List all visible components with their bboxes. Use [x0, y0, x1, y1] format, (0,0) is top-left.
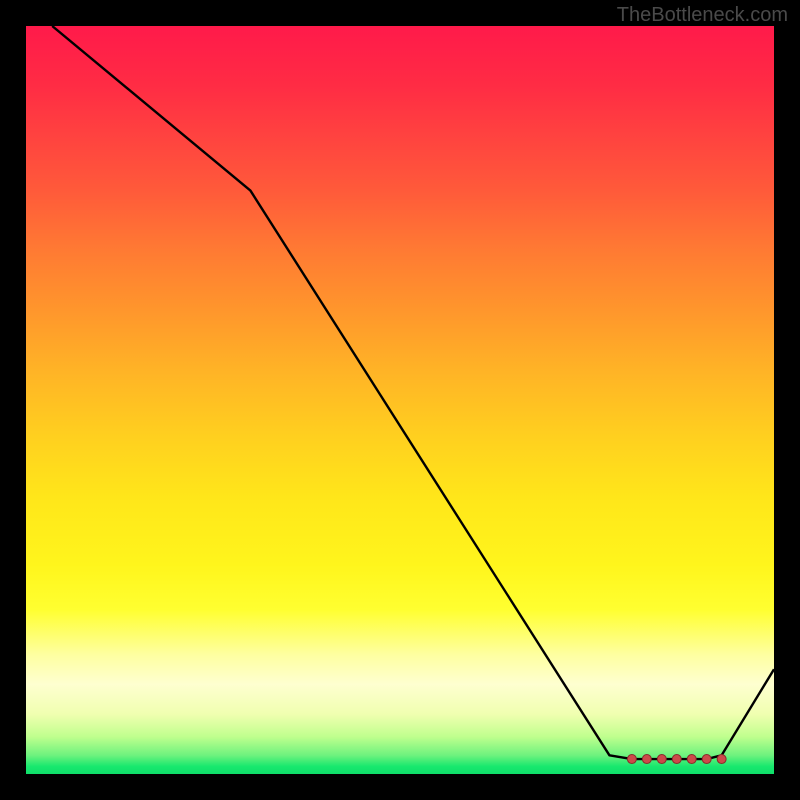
- chart-plot-area: [26, 26, 774, 774]
- chart-svg: [26, 26, 774, 774]
- chart-markers: [627, 755, 726, 764]
- watermark-text: TheBottleneck.com: [617, 4, 788, 27]
- chart-line: [52, 26, 774, 759]
